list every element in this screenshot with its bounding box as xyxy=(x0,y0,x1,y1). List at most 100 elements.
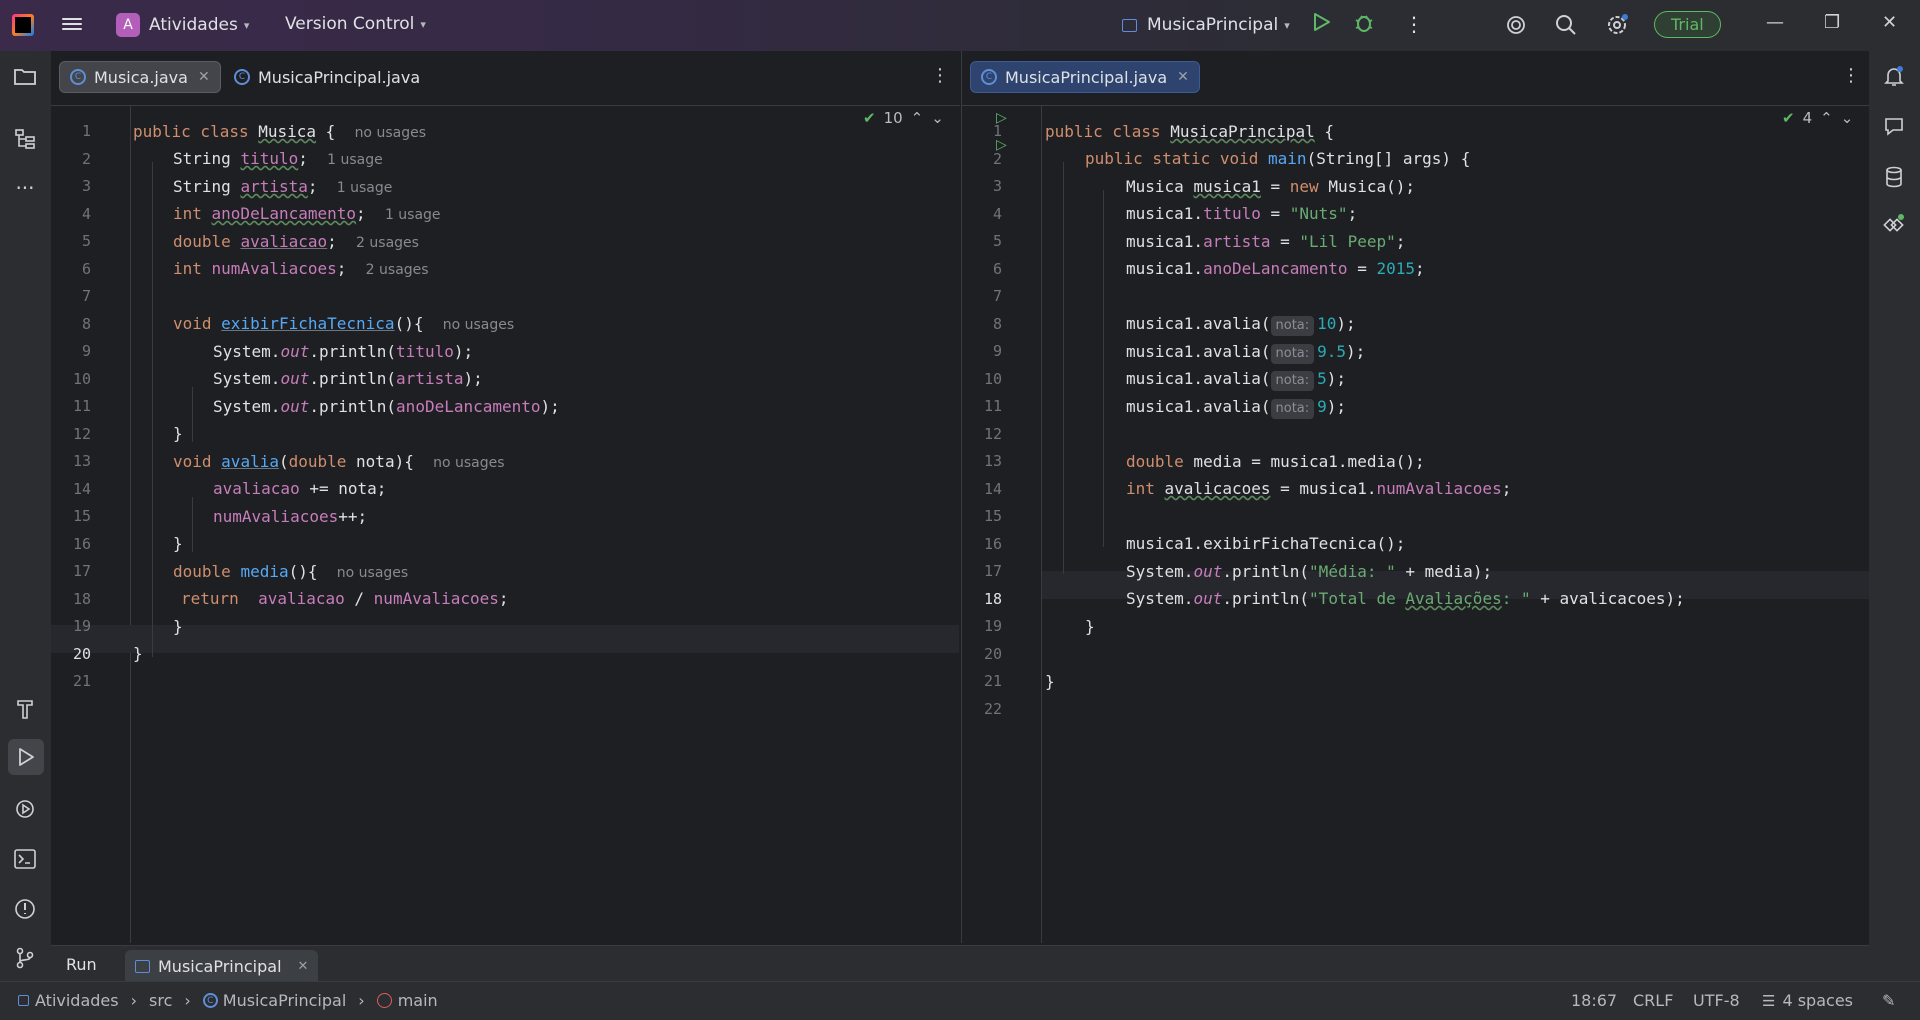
title-bar: A Atividades ▾ Version Control ▾ MusicaP… xyxy=(0,0,1920,51)
line-number: 1 xyxy=(992,122,1002,140)
settings-gear-icon[interactable] xyxy=(1605,13,1629,37)
line-number: 2 xyxy=(992,149,1002,168)
prev-highlight-icon[interactable]: ⌃ xyxy=(1820,109,1833,127)
tab-label: MusicaPrincipal.java xyxy=(258,67,421,87)
code-line: } xyxy=(1085,617,1095,636)
restore-button[interactable]: ❐ xyxy=(1824,12,1840,33)
line-number: 8 xyxy=(992,314,1002,333)
next-highlight-icon[interactable]: ⌄ xyxy=(931,109,944,127)
line-number: 16 xyxy=(72,534,91,553)
intellij-logo[interactable] xyxy=(12,14,34,36)
line-number: 11 xyxy=(983,397,1002,415)
line-number: 13 xyxy=(72,452,91,470)
chevron-down-icon: ▾ xyxy=(420,17,426,31)
line-number: 10 xyxy=(983,369,1002,388)
line-number: 19 xyxy=(72,617,91,635)
trial-badge[interactable]: Trial xyxy=(1654,11,1721,38)
terminal-icon[interactable] xyxy=(12,846,38,872)
notifications-bell-icon[interactable] xyxy=(1881,63,1907,89)
close-tab-icon[interactable]: ✕ xyxy=(1177,69,1189,85)
close-tab-icon[interactable]: ✕ xyxy=(198,69,210,85)
checkmark-icon: ✔ xyxy=(863,109,876,127)
line-number: 2 xyxy=(81,149,91,168)
close-window-button[interactable]: ✕ xyxy=(1882,12,1897,33)
code-line: musica1.avalia(nota: 5); xyxy=(1126,365,1346,393)
indent-widget[interactable]: ☰ 4 spaces xyxy=(1762,991,1853,1010)
line-number: 5 xyxy=(81,232,91,250)
services-icon[interactable] xyxy=(12,796,38,822)
code-line: } xyxy=(173,424,183,443)
line-number: 3 xyxy=(81,177,91,195)
prev-highlight-icon[interactable]: ⌃ xyxy=(911,109,924,127)
code-line: musica1.artista = "Lil Peep"; xyxy=(1126,232,1406,251)
plugin-icon[interactable] xyxy=(1881,211,1907,237)
editor-tabbar-right: C MusicaPrincipal.java ✕ ⋮ xyxy=(962,51,1869,106)
more-tools-icon[interactable]: ··· xyxy=(12,175,38,201)
code-line: } xyxy=(173,534,183,553)
param-hint: nota: xyxy=(1270,371,1315,391)
next-highlight-icon[interactable]: ⌄ xyxy=(1841,109,1854,127)
ai-chat-icon[interactable] xyxy=(1881,113,1907,139)
breadcrumb-method[interactable]: main xyxy=(398,991,438,1010)
debug-button[interactable] xyxy=(1354,12,1374,34)
git-branch-icon[interactable] xyxy=(12,945,38,971)
problems-icon[interactable] xyxy=(12,896,38,922)
code-line: musica1.avalia(nota: 10); xyxy=(1126,310,1356,338)
close-tab-icon[interactable]: ✕ xyxy=(298,959,309,974)
tab-actions-icon[interactable]: ⋮ xyxy=(1842,65,1860,86)
line-number: 20 xyxy=(72,644,91,663)
edit-lock-icon[interactable]: ✎ xyxy=(1882,991,1895,1010)
breadcrumb-src[interactable]: src xyxy=(149,991,172,1010)
chevron-right-icon: › xyxy=(130,991,137,1010)
database-icon[interactable] xyxy=(1881,164,1907,190)
breadcrumb-project[interactable]: Atividades xyxy=(35,991,119,1010)
code-line: String artista; 1 usage xyxy=(173,177,393,196)
run-panel-title[interactable]: Run xyxy=(66,955,97,974)
code-line: avaliacao += nota; xyxy=(213,479,387,498)
code-line: System.out.println(anoDeLancamento); xyxy=(213,397,560,416)
tab-actions-icon[interactable]: ⋮ xyxy=(931,65,949,86)
indent-guide xyxy=(1103,190,1104,547)
code-line: return avaliacao / numAvaliacoes; xyxy=(181,589,509,608)
inspection-count: 10 xyxy=(883,109,903,127)
breadcrumb-class[interactable]: MusicaPrincipal xyxy=(223,991,347,1010)
run-config-tab[interactable]: MusicaPrincipal ✕ xyxy=(125,950,319,982)
build-hammer-icon[interactable] xyxy=(12,696,38,722)
current-line-highlight xyxy=(51,625,959,653)
param-hint: nota: xyxy=(1270,316,1315,336)
line-number: 4 xyxy=(992,204,1002,223)
line-separator[interactable]: CRLF xyxy=(1633,991,1673,1010)
line-number: 3 xyxy=(992,177,1002,195)
tab-musica-java[interactable]: C Musica.java ✕ xyxy=(59,61,221,93)
structure-icon[interactable] xyxy=(12,126,38,152)
main-menu-icon[interactable] xyxy=(62,14,82,34)
code-line: void exibirFichaTecnica(){ no usages xyxy=(173,314,515,333)
code-line: String titulo; 1 usage xyxy=(173,149,383,168)
bug-icon xyxy=(1355,15,1373,32)
search-icon[interactable] xyxy=(1555,14,1577,36)
file-encoding[interactable]: UTF-8 xyxy=(1693,991,1740,1010)
app-config-icon xyxy=(135,959,150,973)
run-button[interactable] xyxy=(1313,12,1331,32)
project-widget[interactable]: A Atividades ▾ xyxy=(116,13,249,37)
line-number: 4 xyxy=(81,204,91,223)
inspections-widget[interactable]: ✔ 10 ⌃ ⌄ xyxy=(863,109,944,127)
ai-assistant-icon[interactable] xyxy=(1505,14,1527,36)
editor-tabbar-left: C Musica.java ✕ C MusicaPrincipal.java ⋮ xyxy=(51,51,960,106)
indent-icon: ☰ xyxy=(1762,991,1776,1010)
more-actions-icon[interactable]: ⋮ xyxy=(1404,12,1424,36)
line-number: 18 xyxy=(72,589,91,608)
line-number: 21 xyxy=(983,672,1002,690)
tab-musicaprincipal-java[interactable]: C MusicaPrincipal.java xyxy=(224,61,430,93)
vcs-widget[interactable]: Version Control ▾ xyxy=(285,14,426,34)
inspections-widget[interactable]: ✔ 4 ⌃ ⌄ xyxy=(1782,109,1853,127)
caret-position[interactable]: 18:67 xyxy=(1571,991,1617,1010)
run-config-selector[interactable]: MusicaPrincipal ▾ xyxy=(1122,15,1290,35)
minimize-button[interactable]: — xyxy=(1766,12,1784,33)
run-tool-icon[interactable] xyxy=(8,739,44,775)
folder-icon[interactable] xyxy=(12,63,38,89)
tab-musicaprincipal-java[interactable]: C MusicaPrincipal.java ✕ xyxy=(970,61,1200,93)
tab-label: MusicaPrincipal.java xyxy=(1005,67,1168,87)
bottom-tool-window: Run MusicaPrincipal ✕ xyxy=(51,945,1869,982)
chevron-down-icon: ▾ xyxy=(1284,18,1290,32)
